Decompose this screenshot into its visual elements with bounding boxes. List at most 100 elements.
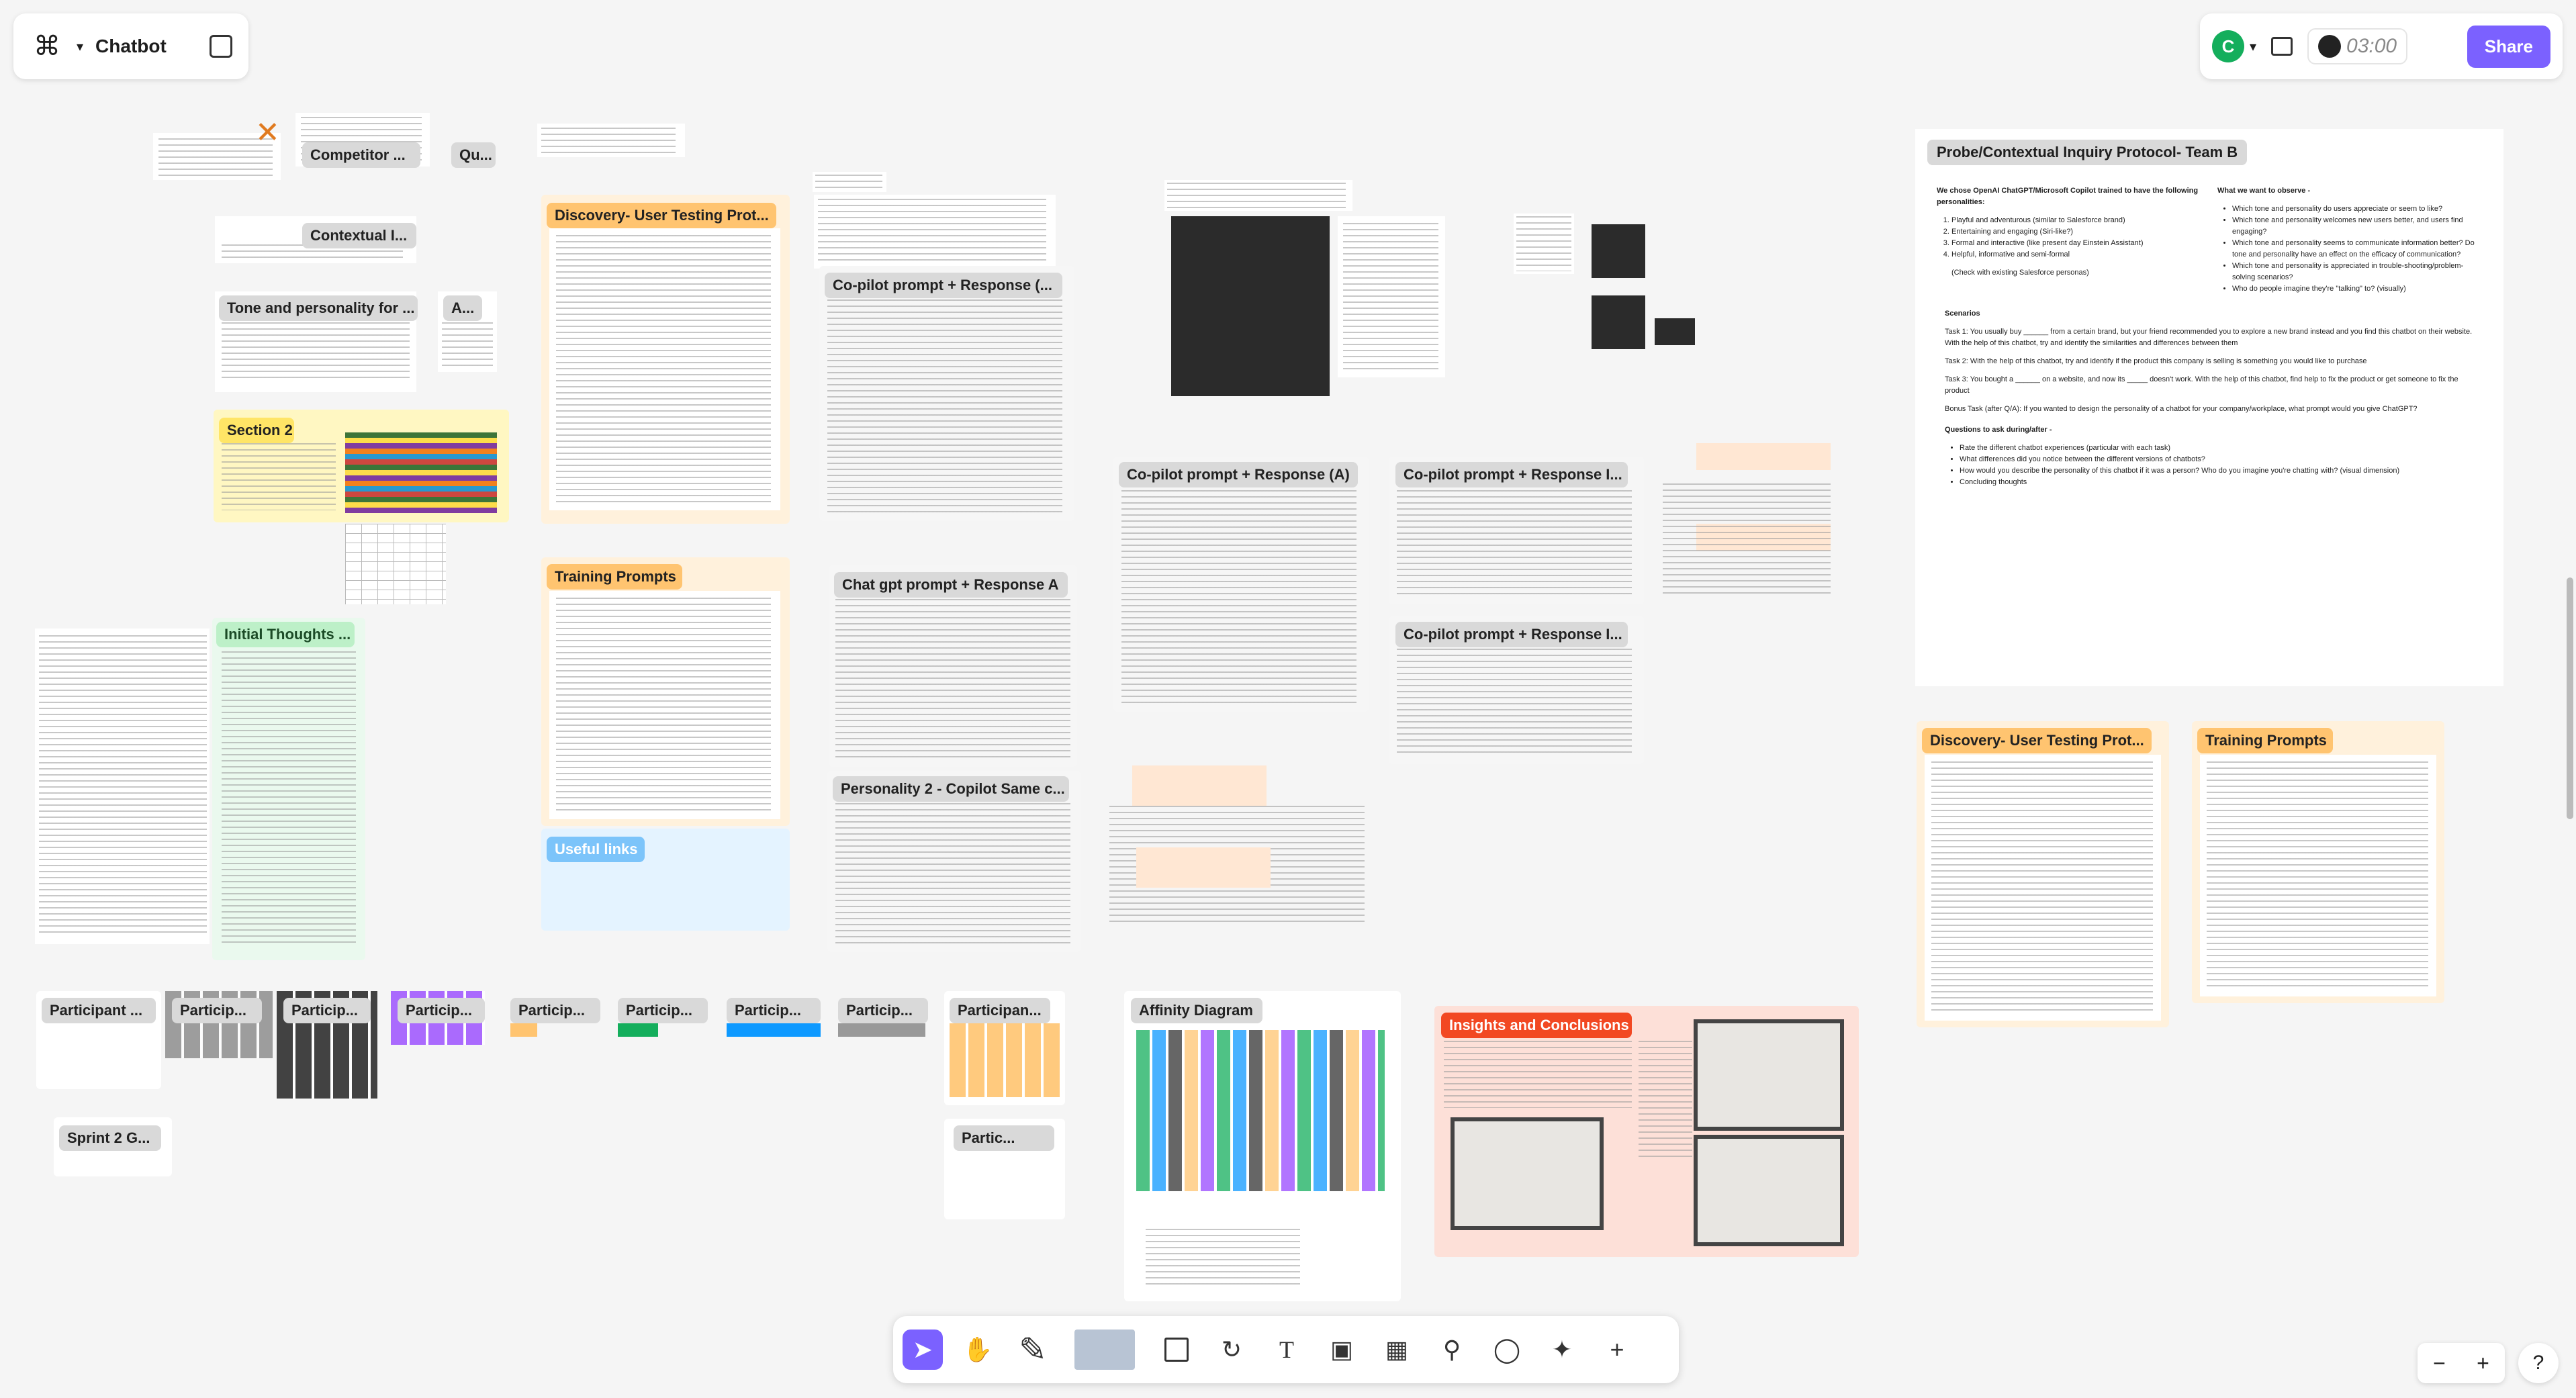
doc-small-thumb[interactable] bbox=[814, 195, 1056, 269]
zoom-out-button[interactable]: − bbox=[2433, 1351, 2446, 1376]
figjam-logo-icon[interactable]: ⌘ bbox=[30, 29, 64, 64]
notebook-photo[interactable] bbox=[1694, 1135, 1844, 1246]
question-item: What differences did you notice between … bbox=[1960, 454, 2474, 465]
zoom-in-button[interactable]: + bbox=[2477, 1351, 2489, 1376]
sticky-note[interactable] bbox=[1136, 847, 1271, 888]
sticky-note[interactable] bbox=[1132, 765, 1267, 806]
section-label-useful-links[interactable]: Useful links bbox=[547, 837, 645, 862]
section-label-a[interactable]: A... bbox=[443, 295, 482, 321]
notebook-photo[interactable] bbox=[1694, 1019, 1844, 1131]
screenshot-chat[interactable] bbox=[1655, 318, 1695, 345]
sticky-note[interactable] bbox=[1696, 443, 1831, 470]
actions-tool-icon[interactable]: ✦ bbox=[1542, 1330, 1582, 1370]
personality-item: Entertaining and engaging (Siri-like?) bbox=[1951, 226, 2201, 238]
figjam-canvas[interactable]: ⌘ ▾ Chatbot C ▾ 03:00 Share ✕ Competitor… bbox=[0, 0, 2576, 1398]
task-3: Task 3: You bought a ______ on a website… bbox=[1945, 375, 2458, 395]
section-label-chatgpt-a[interactable]: Chat gpt prompt + Response A bbox=[834, 572, 1068, 598]
screenshot-chat[interactable] bbox=[1171, 216, 1330, 396]
section-label-insights[interactable]: Insights and Conclusions bbox=[1441, 1013, 1632, 1038]
screenshot-chat[interactable] bbox=[1592, 295, 1645, 349]
vertical-scrollbar[interactable] bbox=[2567, 577, 2573, 819]
doc-small-thumb[interactable] bbox=[1164, 180, 1352, 211]
pages-icon[interactable] bbox=[210, 35, 232, 58]
section-label-training1[interactable]: Training Prompts bbox=[547, 564, 682, 590]
doc-page bbox=[1925, 755, 2161, 1021]
section-label-particip6[interactable]: Particip... bbox=[727, 998, 821, 1023]
section-label-copilot-i2[interactable]: Co-pilot prompt + Response I... bbox=[1395, 622, 1628, 647]
screenshot-doc[interactable] bbox=[1338, 216, 1445, 377]
connector-tool-icon[interactable]: ↻ bbox=[1211, 1330, 1252, 1370]
notebook-photo[interactable] bbox=[1451, 1117, 1604, 1230]
personality-item: Playful and adventurous (similar to Sale… bbox=[1951, 215, 2201, 226]
insights-text bbox=[1639, 1041, 1692, 1162]
table-tool-icon[interactable]: ▦ bbox=[1377, 1330, 1417, 1370]
section-label-sprint[interactable]: Sprint 2 G... bbox=[59, 1125, 161, 1151]
section-label-particip4[interactable]: Particip... bbox=[510, 998, 600, 1023]
section-label-copilot-i1[interactable]: Co-pilot prompt + Response I... bbox=[1395, 462, 1628, 487]
section-label-competitor[interactable]: Competitor ... bbox=[302, 142, 420, 168]
colored-table bbox=[345, 432, 497, 513]
pen-tool-icon[interactable]: ✎ bbox=[1013, 1330, 1053, 1370]
section-label-copilot-a[interactable]: Co-pilot prompt + Response (A) bbox=[1119, 462, 1358, 487]
hand-tool-icon[interactable]: ✋ bbox=[958, 1330, 998, 1370]
probe-protocol-doc[interactable]: Probe/Contextual Inquiry Protocol- Team … bbox=[1915, 129, 2503, 686]
probe-left-col: We chose OpenAI ChatGPT/Microsoft Copilo… bbox=[1937, 185, 2201, 295]
screenshot-chat[interactable] bbox=[1592, 224, 1645, 278]
question-item: How would you describe the personality o… bbox=[1960, 465, 2474, 477]
section-label-particip3[interactable]: Particip... bbox=[398, 998, 485, 1023]
observe-item: Who do people imagine they're "talking" … bbox=[2232, 283, 2482, 295]
sticky-stack-icon[interactable] bbox=[1068, 1330, 1142, 1370]
share-button[interactable]: Share bbox=[2467, 25, 2550, 68]
notes-text bbox=[222, 651, 356, 947]
observe-item: Which tone and personality seems to comm… bbox=[2232, 238, 2482, 261]
section-label-particip1[interactable]: Particip... bbox=[172, 998, 262, 1023]
section-label-participant1[interactable]: Participant ... bbox=[42, 998, 156, 1023]
doc-text bbox=[1397, 490, 1632, 598]
personality-item: Formal and interactive (like present day… bbox=[1951, 238, 2201, 249]
section-label-contextual[interactable]: Contextual I... bbox=[302, 223, 416, 248]
doc-small-thumb[interactable] bbox=[813, 172, 886, 192]
doc-initial-notes[interactable] bbox=[35, 628, 210, 944]
sticky-cluster bbox=[510, 1023, 537, 1037]
section-label-initial-thoughts[interactable]: Initial Thoughts ... bbox=[216, 622, 355, 647]
probe-right-col: What we want to observe - Which tone and… bbox=[2217, 185, 2482, 295]
avatar[interactable]: C bbox=[2212, 30, 2244, 62]
more-tool-icon[interactable]: + bbox=[1597, 1330, 1637, 1370]
section-label-discovery2[interactable]: Discovery- User Testing Prot... bbox=[1922, 728, 2152, 753]
section-label-discovery1[interactable]: Discovery- User Testing Prot... bbox=[547, 203, 776, 228]
shape-tool-icon[interactable] bbox=[1156, 1330, 1197, 1370]
text-tool-icon[interactable]: T bbox=[1267, 1330, 1307, 1370]
help-button[interactable]: ? bbox=[2518, 1343, 2559, 1383]
probe-title[interactable]: Probe/Contextual Inquiry Protocol- Team … bbox=[1927, 140, 2248, 165]
file-name[interactable]: Chatbot bbox=[95, 36, 167, 57]
section-label-tone[interactable]: Tone and personality for ... bbox=[219, 295, 418, 321]
sticky-cluster bbox=[618, 1023, 658, 1037]
section-label-copilot1[interactable]: Co-pilot prompt + Response (... bbox=[825, 273, 1062, 298]
layout-icon[interactable] bbox=[2271, 37, 2293, 56]
section-label-personality2[interactable]: Personality 2 - Copilot Same c... bbox=[833, 776, 1069, 802]
question-item: Rate the different chatbot experiences (… bbox=[1960, 442, 2474, 454]
section-label-training2[interactable]: Training Prompts bbox=[2197, 728, 2333, 753]
section-label-participan[interactable]: Participan... bbox=[950, 998, 1050, 1023]
zoom-controls: − + bbox=[2418, 1343, 2505, 1383]
section-label-qu[interactable]: Qu... bbox=[451, 142, 496, 168]
top-right-bar: C ▾ 03:00 Share bbox=[2200, 13, 2563, 79]
doc-small-thumb[interactable] bbox=[1514, 214, 1574, 274]
section-tool-icon[interactable]: ▣ bbox=[1322, 1330, 1362, 1370]
move-tool-icon[interactable]: ➤ bbox=[903, 1330, 943, 1370]
comment-tool-icon[interactable]: ◯ bbox=[1487, 1330, 1527, 1370]
section-label-section2[interactable]: Section 2 bbox=[219, 418, 294, 443]
timer[interactable]: 03:00 bbox=[2307, 28, 2408, 64]
sticky-cluster bbox=[727, 1023, 821, 1037]
questions-title: Questions to ask during/after - bbox=[1945, 426, 2052, 434]
chevron-down-icon[interactable]: ▾ bbox=[77, 38, 83, 55]
section-label-particip5[interactable]: Particip... bbox=[618, 998, 708, 1023]
chevron-down-icon[interactable]: ▾ bbox=[2250, 38, 2256, 55]
stamp-tool-icon[interactable]: ⚲ bbox=[1432, 1330, 1472, 1370]
section-label-particip2[interactable]: Particip... bbox=[283, 998, 371, 1023]
grid-table bbox=[345, 524, 446, 604]
section-label-partic[interactable]: Partic... bbox=[954, 1125, 1054, 1151]
section-label-affinity[interactable]: Affinity Diagram bbox=[1131, 998, 1262, 1023]
section-label-particip7[interactable]: Particip... bbox=[838, 998, 928, 1023]
doc-thumb[interactable] bbox=[537, 124, 685, 157]
